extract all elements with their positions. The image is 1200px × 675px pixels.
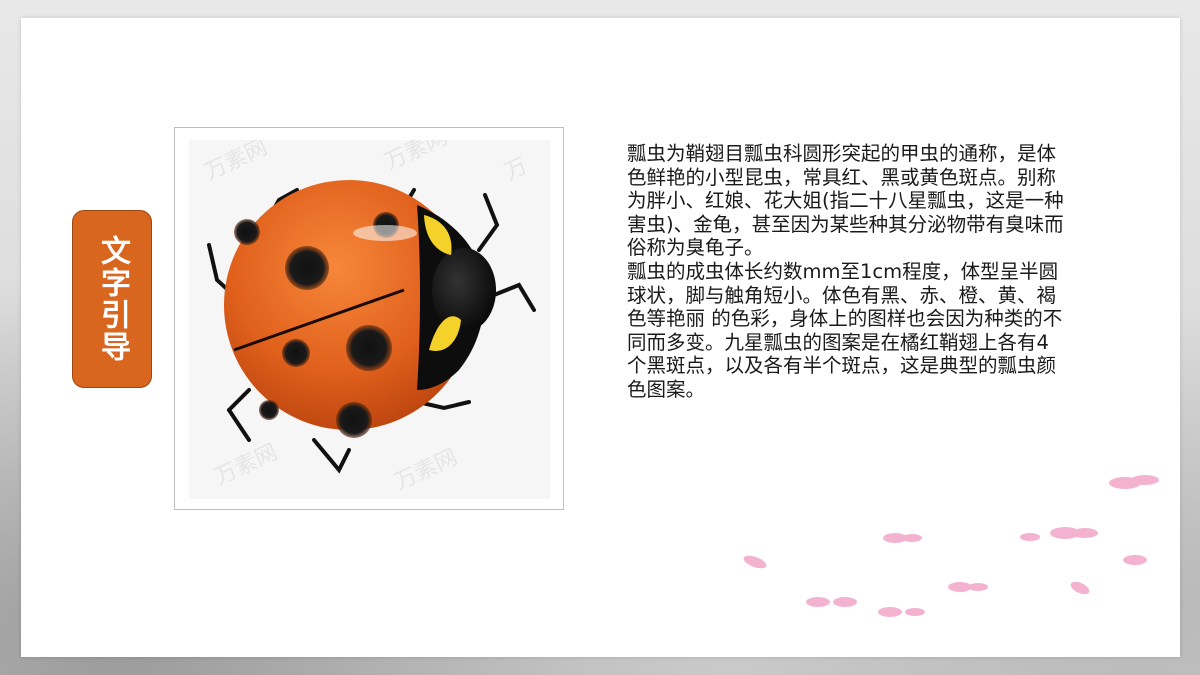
svg-text:万素网: 万素网 xyxy=(211,440,281,491)
petal-decoration xyxy=(743,475,1159,617)
ladybug-head xyxy=(432,248,496,332)
ladybug-illustration: 万素网 万素网 万 万素网 万素网 xyxy=(201,125,536,496)
svg-text:万素网: 万素网 xyxy=(391,445,461,496)
svg-text:万素网: 万素网 xyxy=(381,140,451,175)
svg-text:万: 万 xyxy=(501,153,532,185)
svg-text:万素网: 万素网 xyxy=(201,140,271,185)
ladybug-highlight xyxy=(353,225,417,241)
section-tag-label: 文字引导 xyxy=(95,235,130,363)
ladybug-image: 万素网 万素网 万 万素网 万素网 xyxy=(189,125,550,499)
image-frame: 万素网 万素网 万 万素网 万素网 xyxy=(174,125,564,510)
description-paragraph: 瓢虫为鞘翅目瓢虫科圆形突起的甲虫的通称，是体色鲜艳的小型昆虫，常具红、黑或黄色斑… xyxy=(627,142,1064,260)
description-paragraph: 瓢虫的成虫体长约数mm至1cm程度，体型呈半圆球状，脚与触角短小。体色有黑、赤、… xyxy=(627,259,1063,401)
description-text: 瓢虫为鞘翅目瓢虫科圆形突起的甲虫的通称，是体色鲜艳的小型昆虫，常具红、黑或黄色斑… xyxy=(627,142,1067,402)
section-tag: 文字引导 xyxy=(72,210,152,388)
